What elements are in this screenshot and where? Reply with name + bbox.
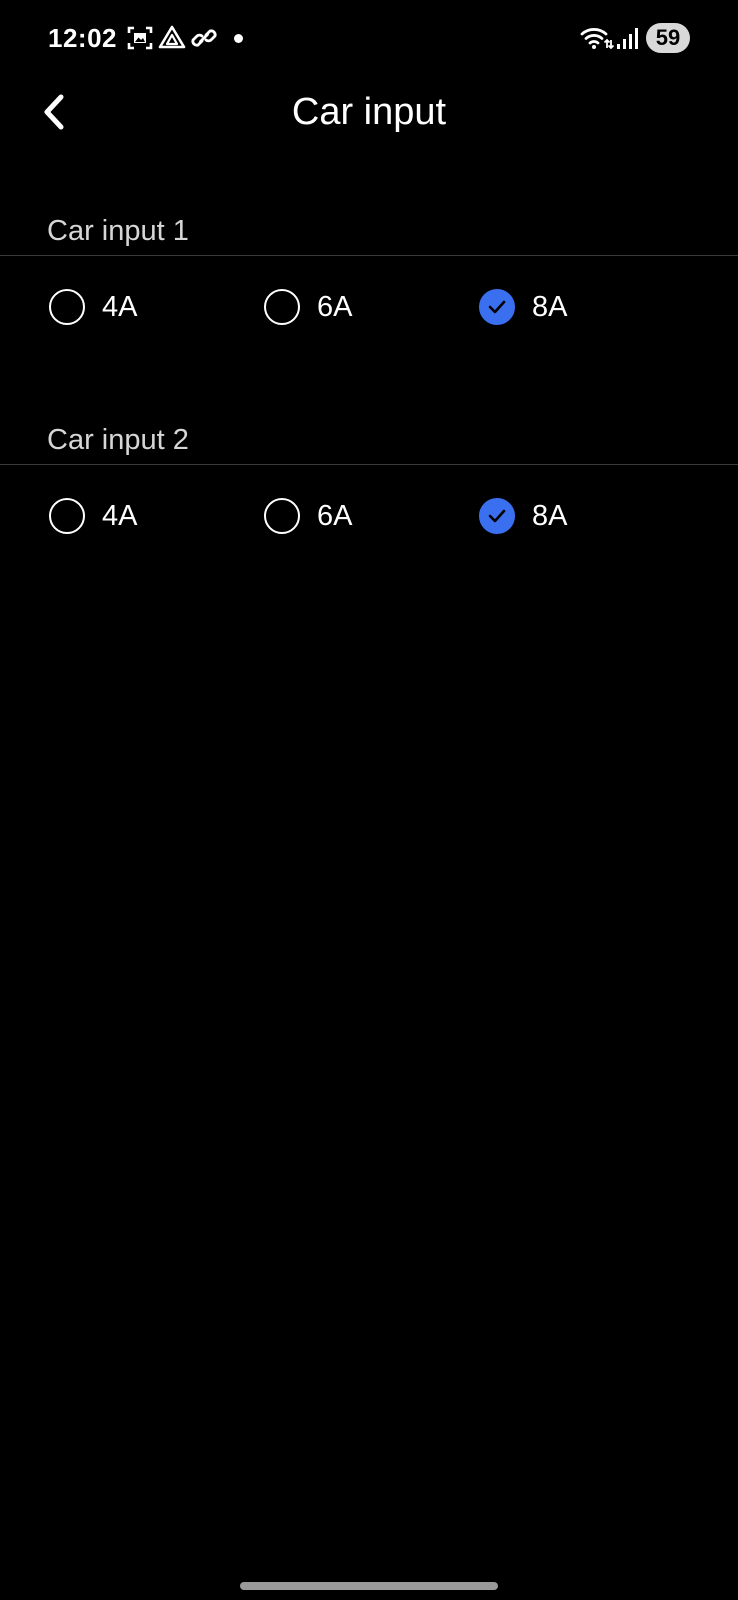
option-label: 8A	[532, 500, 568, 532]
option-label: 6A	[317, 500, 353, 532]
link-icon	[191, 29, 217, 47]
home-indicator[interactable]	[240, 1582, 498, 1590]
radio-unchecked-icon[interactable]	[264, 289, 300, 325]
radio-unchecked-icon[interactable]	[49, 498, 85, 534]
page-title: Car input	[291, 91, 447, 133]
chevron-left-icon	[44, 94, 64, 130]
section-label: Car input 1	[47, 215, 189, 247]
option-label: 4A	[102, 500, 138, 532]
section-label: Car input 2	[47, 424, 189, 456]
drive-icon	[158, 25, 186, 49]
radio-unchecked-icon[interactable]	[49, 289, 85, 325]
option-label: 8A	[532, 291, 568, 323]
notification-dot	[234, 34, 243, 43]
divider	[0, 255, 738, 256]
option-label: 6A	[317, 291, 353, 323]
status-bar: 12:02 59	[0, 0, 738, 76]
check-icon	[488, 509, 506, 523]
option-8a[interactable]: 8A	[479, 492, 567, 540]
radio-checked-icon[interactable]	[479, 289, 515, 325]
option-4a[interactable]: 4A	[49, 492, 137, 540]
divider	[0, 464, 738, 465]
back-button[interactable]	[26, 84, 82, 140]
status-time: 12:02	[48, 23, 117, 53]
screenshot-icon	[127, 26, 153, 50]
option-label: 4A	[102, 291, 138, 323]
check-icon	[488, 300, 506, 314]
signal-icon	[617, 28, 638, 49]
radio-unchecked-icon[interactable]	[264, 498, 300, 534]
radio-checked-icon[interactable]	[479, 498, 515, 534]
option-6a[interactable]: 6A	[264, 283, 352, 331]
option-6a[interactable]: 6A	[264, 492, 352, 540]
battery-indicator: 59	[646, 23, 690, 53]
option-4a[interactable]: 4A	[49, 283, 137, 331]
wifi-icon	[580, 28, 614, 50]
option-8a[interactable]: 8A	[479, 283, 567, 331]
